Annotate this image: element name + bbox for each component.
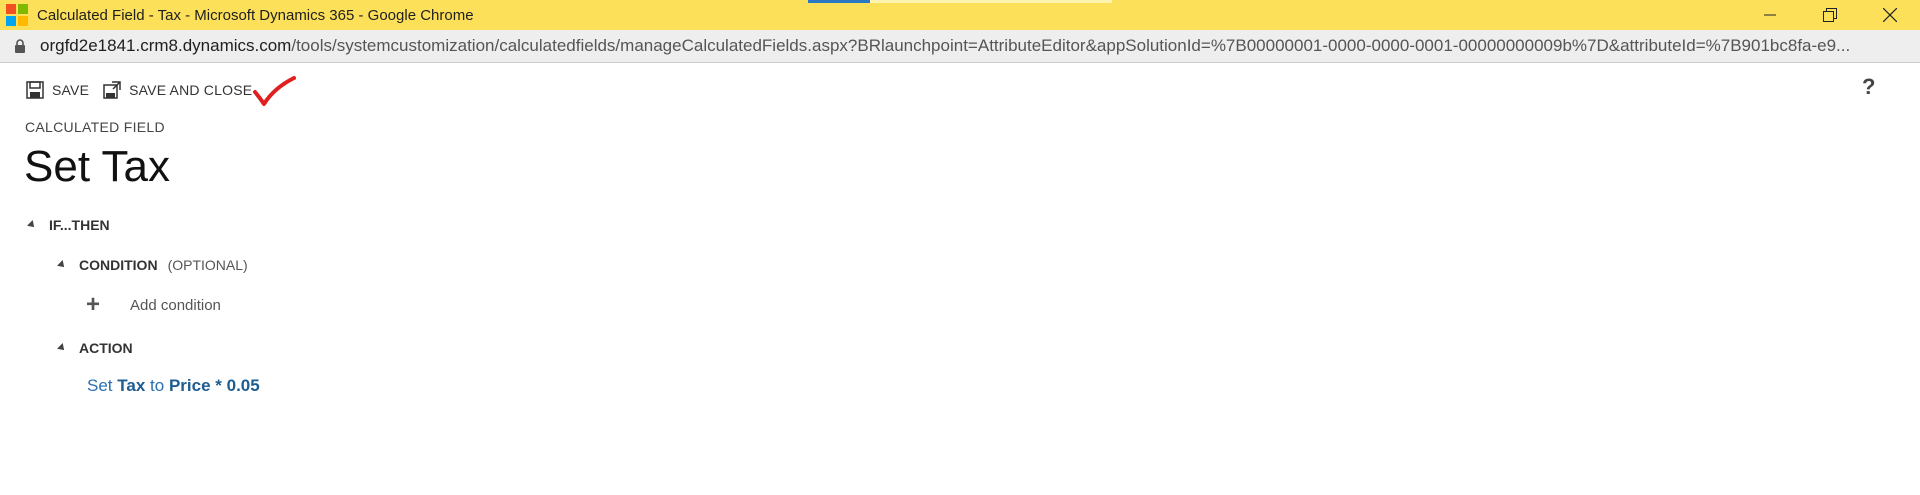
condition-optional-label: (OPTIONAL) xyxy=(167,257,248,273)
plus-icon[interactable]: + xyxy=(86,293,108,317)
condition-node: CONDITION (OPTIONAL) xyxy=(57,257,248,273)
action-node: ACTION xyxy=(57,340,133,356)
url-path: /tools/systemcustomization/calculatedfie… xyxy=(291,36,1851,55)
if-then-node: IF...THEN xyxy=(27,217,110,233)
lock-icon xyxy=(15,39,25,53)
window-title: Calculated Field - Tax - Microsoft Dynam… xyxy=(37,6,474,24)
save-close-icon xyxy=(103,81,121,99)
expand-condition-icon[interactable] xyxy=(57,260,67,270)
url-text[interactable]: orgfd2e1841.crm8.dynamics.com/tools/syst… xyxy=(40,36,1920,56)
save-close-label: SAVE AND CLOSE xyxy=(129,82,253,98)
action-set-word: Set xyxy=(87,376,113,395)
minimize-icon xyxy=(1764,14,1776,16)
restore-icon xyxy=(1823,8,1837,22)
command-bar: SAVE SAVE AND CLOSE xyxy=(26,78,266,102)
window-titlebar: Calculated Field - Tax - Microsoft Dynam… xyxy=(0,0,1920,30)
add-condition-row[interactable]: + Add condition xyxy=(86,293,221,317)
tab-accent-strip xyxy=(808,0,870,3)
action-label: ACTION xyxy=(79,340,133,356)
action-to-word: to xyxy=(150,376,165,395)
address-bar[interactable]: orgfd2e1841.crm8.dynamics.com/tools/syst… xyxy=(0,30,1920,63)
restore-button[interactable] xyxy=(1800,0,1860,30)
red-checkmark-annotation xyxy=(253,76,296,106)
close-window-button[interactable] xyxy=(1860,0,1920,30)
action-statement[interactable]: Set Tax to Price * 0.05 xyxy=(87,376,260,396)
section-label: CALCULATED FIELD xyxy=(25,119,165,135)
save-and-close-button[interactable]: SAVE AND CLOSE xyxy=(103,81,252,99)
save-icon xyxy=(26,81,44,99)
save-label: SAVE xyxy=(52,82,90,98)
minimize-button[interactable] xyxy=(1740,0,1800,30)
close-icon xyxy=(1883,8,1897,22)
action-target-field[interactable]: Tax xyxy=(117,376,145,395)
help-icon[interactable]: ? xyxy=(1862,74,1875,100)
url-host: orgfd2e1841.crm8.dynamics.com xyxy=(40,36,292,55)
action-expression[interactable]: Price * 0.05 xyxy=(169,376,260,395)
if-then-label: IF...THEN xyxy=(49,217,110,233)
add-condition-link[interactable]: Add condition xyxy=(130,297,221,314)
window-controls xyxy=(1740,0,1920,30)
condition-label: CONDITION xyxy=(79,257,158,273)
page-title: Set Tax xyxy=(24,142,170,191)
tab-accent-strip-light xyxy=(870,0,1112,3)
microsoft-logo-icon xyxy=(6,4,28,26)
expand-action-icon[interactable] xyxy=(57,343,67,353)
save-button[interactable]: SAVE xyxy=(26,81,89,99)
expand-if-then-icon[interactable] xyxy=(27,220,37,230)
